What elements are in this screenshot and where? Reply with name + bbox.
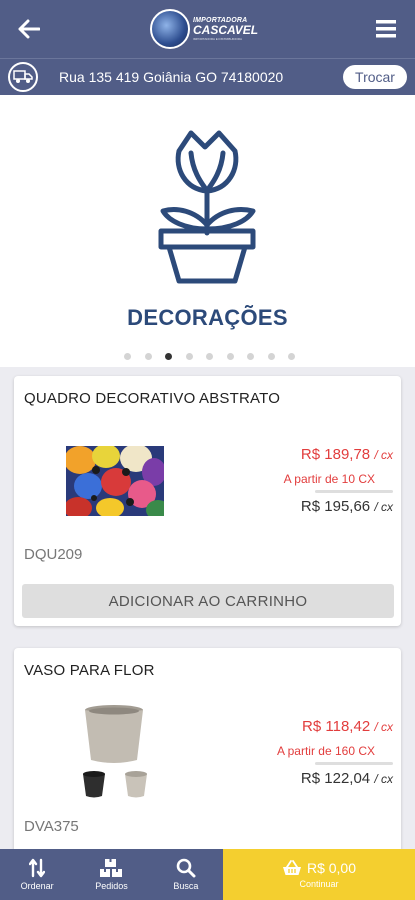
- carousel-dot[interactable]: [247, 353, 254, 360]
- nav-left-group: Ordenar Pedidos Busca: [0, 849, 223, 900]
- product-sku: DVA375: [24, 818, 79, 835]
- truck-icon: [8, 62, 38, 92]
- carousel-dot[interactable]: [206, 353, 213, 360]
- product-card[interactable]: QUADRO DECORATIVO ABSTRATO R$ 189,78 / c…: [14, 376, 401, 626]
- carousel-dot[interactable]: [124, 353, 131, 360]
- carousel-dot[interactable]: [185, 353, 193, 360]
- carousel-dot[interactable]: [288, 353, 295, 360]
- change-address-button[interactable]: Trocar: [343, 65, 407, 89]
- boxes-icon: [100, 859, 123, 877]
- promo-price: R$ 189,78 / cx: [300, 446, 393, 463]
- product-name: VASO PARA FLOR: [24, 662, 155, 679]
- brand-logo[interactable]: IMPORTADORA CASCAVEL IMPORTADORA E DISTR…: [150, 4, 265, 54]
- minimum-quantity-note: A partir de 10 CX: [283, 472, 375, 486]
- product-name: QUADRO DECORATIVO ABSTRATO: [24, 390, 281, 407]
- product-sku: DQU209: [24, 546, 83, 563]
- globe-icon: [150, 9, 190, 49]
- carousel-dot[interactable]: [226, 353, 234, 360]
- carousel-dot[interactable]: [267, 353, 275, 360]
- search-icon: [176, 858, 196, 878]
- cart-button[interactable]: R$ 0,00 Continuar: [223, 849, 415, 900]
- minimum-quantity-note: A partir de 160 CX: [276, 744, 375, 758]
- logo-text: IMPORTADORA CASCAVEL IMPORTADORA E DISTR…: [193, 17, 259, 41]
- cart-total: R$ 0,00: [306, 860, 357, 876]
- regular-price: R$ 122,04 / cx: [300, 770, 393, 787]
- back-button[interactable]: [14, 14, 44, 44]
- address-text: Rua 135 419 Goiânia GO 74180020: [59, 69, 284, 85]
- category-banner[interactable]: DECORAÇÕES: [0, 95, 415, 367]
- flower-pot-icon: [158, 130, 256, 284]
- banner-title: DECORAÇÕES: [127, 305, 288, 330]
- basket-icon: [282, 860, 301, 875]
- product-card[interactable]: VASO PARA FLOR R$ 118,42 / cx A partir d…: [14, 648, 401, 858]
- carousel-dot[interactable]: [144, 353, 152, 360]
- product-image[interactable]: [78, 704, 158, 798]
- hamburger-icon: [376, 20, 396, 38]
- bottom-navigation: Ordenar Pedidos Busca R$ 0,00 Continuar: [0, 849, 415, 900]
- carousel-dots: [124, 353, 295, 360]
- price-divider: [315, 762, 393, 765]
- arrow-left-icon: [18, 19, 40, 39]
- add-to-cart-button[interactable]: ADICIONAR AO CARRINHO: [22, 584, 394, 618]
- promo-price: R$ 118,42 / cx: [302, 718, 393, 735]
- product-image[interactable]: [66, 446, 164, 516]
- cart-continue-label: Continuar: [299, 879, 339, 889]
- menu-button[interactable]: [371, 14, 401, 44]
- delivery-address-bar: Rua 135 419 Goiânia GO 74180020 Trocar: [0, 58, 415, 95]
- price-divider: [315, 490, 393, 493]
- nav-search[interactable]: Busca: [149, 849, 223, 900]
- sort-icon: [29, 858, 46, 878]
- regular-price: R$ 195,66 / cx: [300, 498, 393, 515]
- nav-orders[interactable]: Pedidos: [74, 849, 148, 900]
- nav-order[interactable]: Ordenar: [0, 849, 74, 900]
- carousel-dot-active[interactable]: [165, 353, 172, 360]
